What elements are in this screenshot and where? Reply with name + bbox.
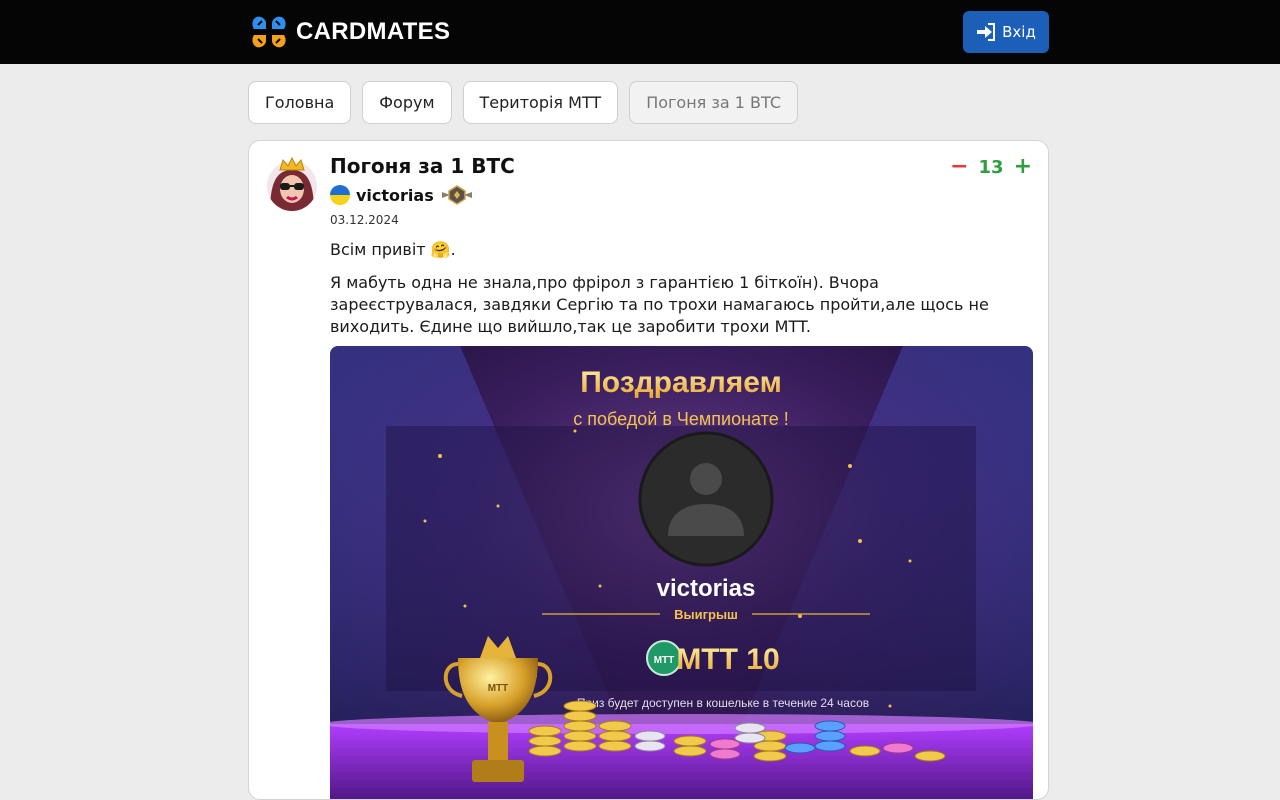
login-label: Вхід	[1002, 23, 1036, 41]
post-paragraph: Всім привіт 🤗.	[330, 240, 456, 259]
nav-item-label: Погоня за 1 BTC	[646, 93, 782, 112]
post-card: Погоня за 1 BTC victorias 03.12.2024 − 1…	[248, 140, 1049, 800]
site-logo[interactable]: CARDMATES	[248, 10, 450, 54]
vote-down-button[interactable]: −	[950, 156, 968, 178]
vote-count: 13	[978, 156, 1004, 178]
image-prize-amount: MTT 10	[676, 643, 779, 676]
image-winner-name: victorias	[657, 575, 756, 602]
post-title: Погоня за 1 BTC	[330, 154, 515, 178]
rank-badge-icon	[441, 185, 472, 205]
vote-widget: − 13 +	[950, 156, 1032, 178]
image-note: Приз будет доступен в кошельке в течение…	[577, 696, 869, 710]
ukraine-flag-icon	[330, 185, 350, 205]
image-headline: Поздравляем	[580, 366, 782, 399]
sign-in-icon	[977, 23, 996, 41]
author-name[interactable]: victorias	[356, 186, 434, 205]
mtt-badge-text: MTT	[654, 655, 675, 666]
post-date: 03.12.2024	[330, 213, 399, 227]
nav-item-btc-chase[interactable]: Погоня за 1 BTC	[629, 81, 799, 124]
top-bar: CARDMATES Вхід	[0, 0, 1280, 64]
image-prize-label: Выигрыш	[674, 607, 738, 622]
nav-item-label: Територія MTT	[479, 93, 602, 112]
vote-up-button[interactable]: +	[1014, 156, 1032, 178]
congrats-image: Поздравляем с победой в Чемпионате ! vic…	[330, 346, 1033, 799]
image-subheadline: с победой в Чемпионате !	[573, 409, 788, 429]
author-row: victorias	[330, 184, 474, 206]
breadcrumb-nav: Головна Форум Територія MTT Погоня за 1 …	[248, 81, 799, 124]
login-button[interactable]: Вхід	[963, 11, 1049, 53]
post-image[interactable]: Поздравляем с победой в Чемпионате ! vic…	[330, 346, 1033, 799]
svg-text:MTT: MTT	[488, 683, 509, 694]
nav-item-mtt-territory[interactable]: Територія MTT	[462, 81, 619, 124]
nav-item-label: Форум	[379, 93, 435, 112]
post-paragraph: Я мабуть одна не знала,про фрірол з гара…	[330, 273, 989, 336]
logo-icon	[252, 16, 286, 48]
nav-item-home[interactable]: Головна	[248, 81, 352, 124]
avatar[interactable]	[266, 156, 318, 212]
logo-text: CARDMATES	[296, 18, 451, 45]
nav-item-forum[interactable]: Форум	[362, 81, 452, 124]
nav-item-label: Головна	[265, 93, 335, 112]
